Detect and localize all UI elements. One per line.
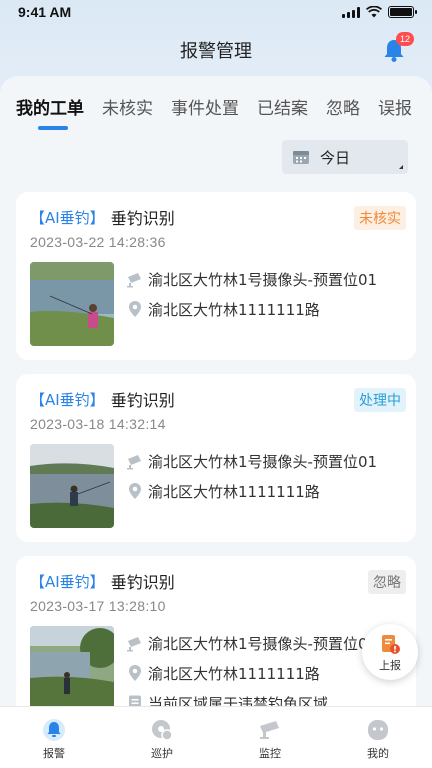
card-tag: 【AI垂钓】 [30, 572, 105, 591]
calendar-icon [293, 151, 309, 164]
card-title: 垂钓识别 [110, 573, 175, 592]
address-row: 渝北区大竹林1111111路 [126, 476, 377, 506]
date-filter[interactable]: 今日 [282, 140, 408, 174]
battery-icon [388, 6, 417, 18]
status-badge: 处理中 [354, 388, 406, 412]
nav-patrol-label: 巡护 [151, 747, 173, 760]
status-badge: 忽略 [368, 570, 406, 594]
alarm-thumbnail[interactable] [30, 626, 114, 710]
status-badge: 未核实 [354, 206, 406, 230]
location-pin-icon [129, 301, 141, 317]
nav-monitor-label: 监控 [259, 747, 281, 760]
location-pin-icon [129, 665, 141, 681]
tab-false-alarm[interactable]: 误报 [378, 94, 412, 119]
address-text: 渝北区大竹林1111111路 [148, 482, 320, 501]
tab-my-orders[interactable]: 我的工单 [16, 94, 84, 130]
card-tag: 【AI垂钓】 [30, 390, 105, 409]
address-row: 渝北区大竹林1111111路 [126, 294, 377, 324]
card-time: 2023-03-17 13:28:10 [30, 598, 166, 614]
nav-monitor[interactable]: 监控 [216, 707, 324, 768]
camera-name: 渝北区大竹林1号摄像头-预置位01 [148, 634, 378, 653]
status-icons [342, 6, 417, 18]
tab-ignored[interactable]: 忽略 [326, 94, 360, 119]
alarm-icon [43, 719, 65, 741]
patrol-icon [152, 720, 173, 741]
report-icon [382, 634, 400, 654]
header: 报警管理 12 [0, 24, 432, 76]
nav-alarm-label: 报警 [43, 747, 65, 760]
card-tag: 【AI垂钓】 [30, 208, 105, 227]
camera-icon [127, 273, 141, 288]
camera-row: 渝北区大竹林1号摄像头-预置位01 [126, 628, 377, 658]
card-title: 垂钓识别 [110, 391, 175, 410]
camera-row: 渝北区大竹林1号摄像头-预置位01 [126, 446, 377, 476]
page-title: 报警管理 [180, 41, 252, 62]
address-text: 渝北区大竹林1111111路 [148, 300, 320, 319]
location-pin-icon [129, 483, 141, 499]
camera-icon [260, 721, 279, 739]
address-text: 渝北区大竹林1111111路 [148, 664, 320, 683]
status-time: 9:41 AM [18, 4, 72, 20]
camera-name: 渝北区大竹林1号摄像头-预置位01 [148, 270, 378, 289]
nav-profile[interactable]: 我的 [324, 707, 432, 768]
card-title: 垂钓识别 [110, 209, 175, 228]
dropdown-corner-icon [399, 165, 403, 169]
camera-icon [127, 455, 141, 470]
camera-row: 渝北区大竹林1号摄像头-预置位01 [126, 264, 377, 294]
report-button-label: 上报 [379, 658, 401, 672]
alarm-card[interactable]: 【AI垂钓】 垂钓识别 处理中 2023-03-18 14:32:14 渝北区大… [16, 374, 416, 542]
tab-bar: 我的工单 未核实 事件处置 已结案 忽略 误报 [0, 84, 432, 130]
alarm-card[interactable]: 【AI垂钓】 垂钓识别 未核实 2023-03-22 14:28:36 渝北区大… [16, 192, 416, 360]
nav-patrol[interactable]: 巡护 [108, 707, 216, 768]
signal-icon [342, 6, 360, 18]
bottom-nav: 报警 巡护 监控 我的 [0, 706, 432, 768]
wifi-icon [366, 6, 382, 18]
tab-closed[interactable]: 已结案 [257, 94, 308, 119]
address-row: 渝北区大竹林1111111路 [126, 658, 377, 688]
alarm-thumbnail[interactable] [30, 444, 114, 528]
nav-alarm[interactable]: 报警 [0, 707, 108, 768]
alarm-thumbnail[interactable] [30, 262, 114, 346]
notification-badge: 12 [396, 32, 414, 46]
card-time: 2023-03-18 14:32:14 [30, 416, 166, 432]
nav-profile-label: 我的 [367, 747, 389, 760]
status-bar: 9:41 AM [0, 0, 432, 24]
tab-unverified[interactable]: 未核实 [102, 94, 153, 119]
camera-icon [127, 637, 141, 652]
tab-handling[interactable]: 事件处置 [171, 94, 239, 119]
card-time: 2023-03-22 14:28:36 [30, 234, 166, 250]
date-filter-value: 今日 [320, 148, 351, 167]
report-button[interactable]: 上报 [362, 624, 418, 680]
notification-button[interactable]: 12 [380, 32, 414, 64]
camera-name: 渝北区大竹林1号摄像头-预置位01 [148, 452, 378, 471]
alarm-card[interactable]: 【AI垂钓】 垂钓识别 忽略 2023-03-17 13:28:10 渝北区大竹… [16, 556, 416, 716]
profile-icon [368, 720, 388, 740]
